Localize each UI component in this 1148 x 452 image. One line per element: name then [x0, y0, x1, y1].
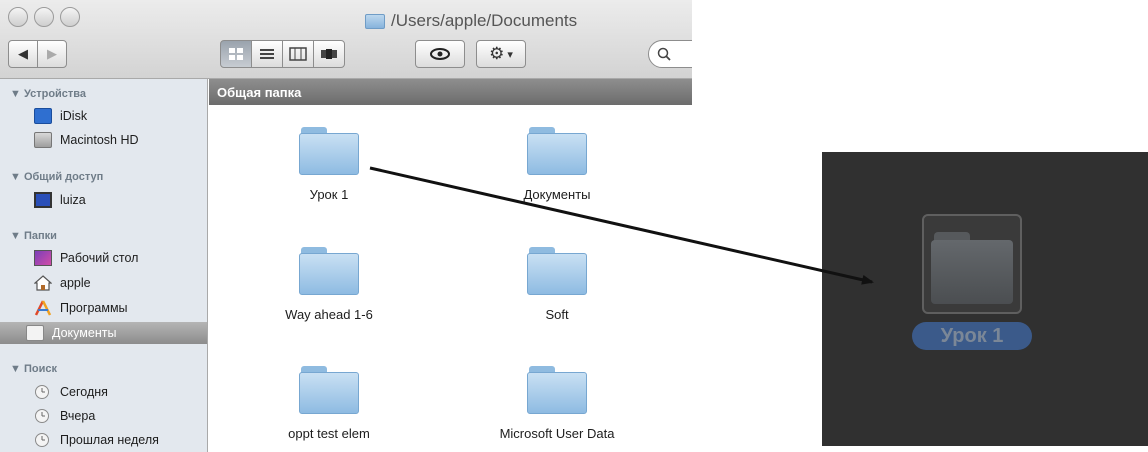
sidebar-item-yesterday[interactable]: Вчера	[8, 405, 207, 427]
sidebar-item-label: Прошлая неделя	[60, 433, 159, 447]
column-view-button[interactable]	[282, 40, 314, 68]
window-toolbar: /Users/apple/Documents ◀ ▶ ⚙ ▾	[0, 0, 692, 79]
sidebar-item-apple[interactable]: apple	[8, 272, 207, 294]
computer-icon	[34, 192, 52, 208]
minimize-window-button[interactable]	[34, 7, 54, 27]
folder-item-lesson1[interactable]: Урок 1	[229, 127, 429, 202]
folder-item-microsoft-user-data[interactable]: Microsoft User Data	[457, 366, 657, 441]
quick-look-button[interactable]	[415, 40, 465, 68]
zoom-window-button[interactable]	[60, 7, 80, 27]
chevron-down-icon: ▾	[507, 48, 513, 61]
search-icon	[657, 47, 671, 61]
action-menu-button[interactable]: ⚙ ▾	[476, 40, 526, 68]
sidebar-item-label: Документы	[52, 326, 117, 340]
selected-folder-frame	[922, 214, 1022, 314]
file-browser: Общая папка Урок 1 Документы Way ahead 1…	[209, 79, 692, 452]
sidebar: ▼ Устройства iDisk Macintosh HD ▼ Общий …	[0, 79, 208, 452]
idisk-icon	[34, 108, 52, 124]
sidebar-item-label: luiza	[60, 193, 86, 207]
applications-icon	[34, 300, 52, 316]
sidebar-section-devices[interactable]: ▼ Устройства	[10, 88, 86, 100]
sidebar-item-applications[interactable]: Программы	[8, 297, 207, 319]
sidebar-item-label: Программы	[60, 301, 128, 315]
window-path: /Users/apple/Documents	[391, 11, 578, 30]
window-title: /Users/apple/Documents	[365, 8, 577, 34]
clock-icon	[34, 408, 52, 424]
folder-item-soft[interactable]: Soft	[457, 247, 657, 322]
sidebar-item-idisk[interactable]: iDisk	[8, 105, 207, 127]
hard-drive-icon	[34, 132, 52, 148]
documents-icon	[26, 325, 44, 341]
folder-icon	[527, 127, 587, 175]
sidebar-section-places[interactable]: ▼ Папки	[10, 230, 57, 242]
folder-label: oppt test elem	[288, 426, 370, 441]
home-icon	[33, 275, 53, 291]
sidebar-item-last-week[interactable]: Прошлая неделя	[8, 429, 207, 451]
folder-item-documents[interactable]: Документы	[457, 127, 657, 202]
search-field[interactable]	[648, 40, 692, 68]
folder-icon	[299, 127, 359, 175]
desktop-icon	[34, 250, 52, 266]
icon-view-button[interactable]	[220, 40, 252, 68]
forward-button[interactable]: ▶	[37, 40, 67, 68]
cover-flow-button[interactable]	[313, 40, 345, 68]
folder-icon	[365, 13, 385, 29]
folder-icon	[299, 366, 359, 414]
folder-icon	[527, 366, 587, 414]
folder-label: Microsoft User Data	[499, 426, 615, 441]
sidebar-item-today[interactable]: Сегодня	[8, 381, 207, 403]
sidebar-section-search[interactable]: ▼ Поиск	[10, 363, 57, 375]
eye-icon	[430, 48, 450, 60]
sidebar-section-shared[interactable]: ▼ Общий доступ	[10, 171, 103, 183]
coverflow-icon	[321, 49, 337, 59]
sidebar-item-luiza[interactable]: luiza	[8, 189, 207, 211]
back-arrow-icon: ◀	[18, 46, 28, 61]
folder-icon	[299, 247, 359, 295]
back-button[interactable]: ◀	[8, 40, 38, 68]
list-view-button[interactable]	[251, 40, 283, 68]
folder-label: Soft	[545, 307, 569, 322]
folder-item-oppt-test-elem[interactable]: oppt test elem	[229, 366, 429, 441]
list-icon	[260, 49, 274, 59]
location-header: Общая папка	[209, 79, 692, 105]
grid-icon	[229, 48, 243, 60]
folder-label: Урок 1	[309, 187, 349, 202]
close-window-button[interactable]	[8, 7, 28, 27]
sidebar-item-documents[interactable]: Документы	[0, 322, 207, 344]
finder-window: /Users/apple/Documents ◀ ▶ ⚙ ▾ ▼ Устройс…	[0, 0, 692, 452]
sidebar-item-label: Рабочий стол	[60, 251, 139, 265]
sidebar-item-label: apple	[60, 276, 91, 290]
folder-label: Way ahead 1-6	[285, 307, 373, 322]
clock-icon	[34, 384, 52, 400]
clock-icon	[34, 432, 52, 448]
gear-icon: ⚙	[489, 44, 505, 63]
folder-label: Документы	[523, 187, 591, 202]
selected-folder-label: Урок 1	[912, 322, 1032, 350]
forward-arrow-icon: ▶	[47, 46, 57, 61]
folder-item-way-ahead[interactable]: Way ahead 1-6	[229, 247, 429, 322]
sidebar-item-label: Вчера	[60, 409, 96, 423]
zoomed-folder-panel: Урок 1	[822, 152, 1148, 446]
folder-icon-body	[931, 240, 1013, 304]
columns-icon	[289, 47, 307, 61]
sidebar-item-label: Macintosh HD	[60, 133, 139, 147]
folder-icon	[527, 247, 587, 295]
sidebar-item-label: iDisk	[60, 109, 88, 123]
sidebar-item-label: Сегодня	[60, 385, 108, 399]
sidebar-item-macintosh-hd[interactable]: Macintosh HD	[8, 129, 207, 151]
sidebar-item-desktop[interactable]: Рабочий стол	[8, 247, 207, 269]
